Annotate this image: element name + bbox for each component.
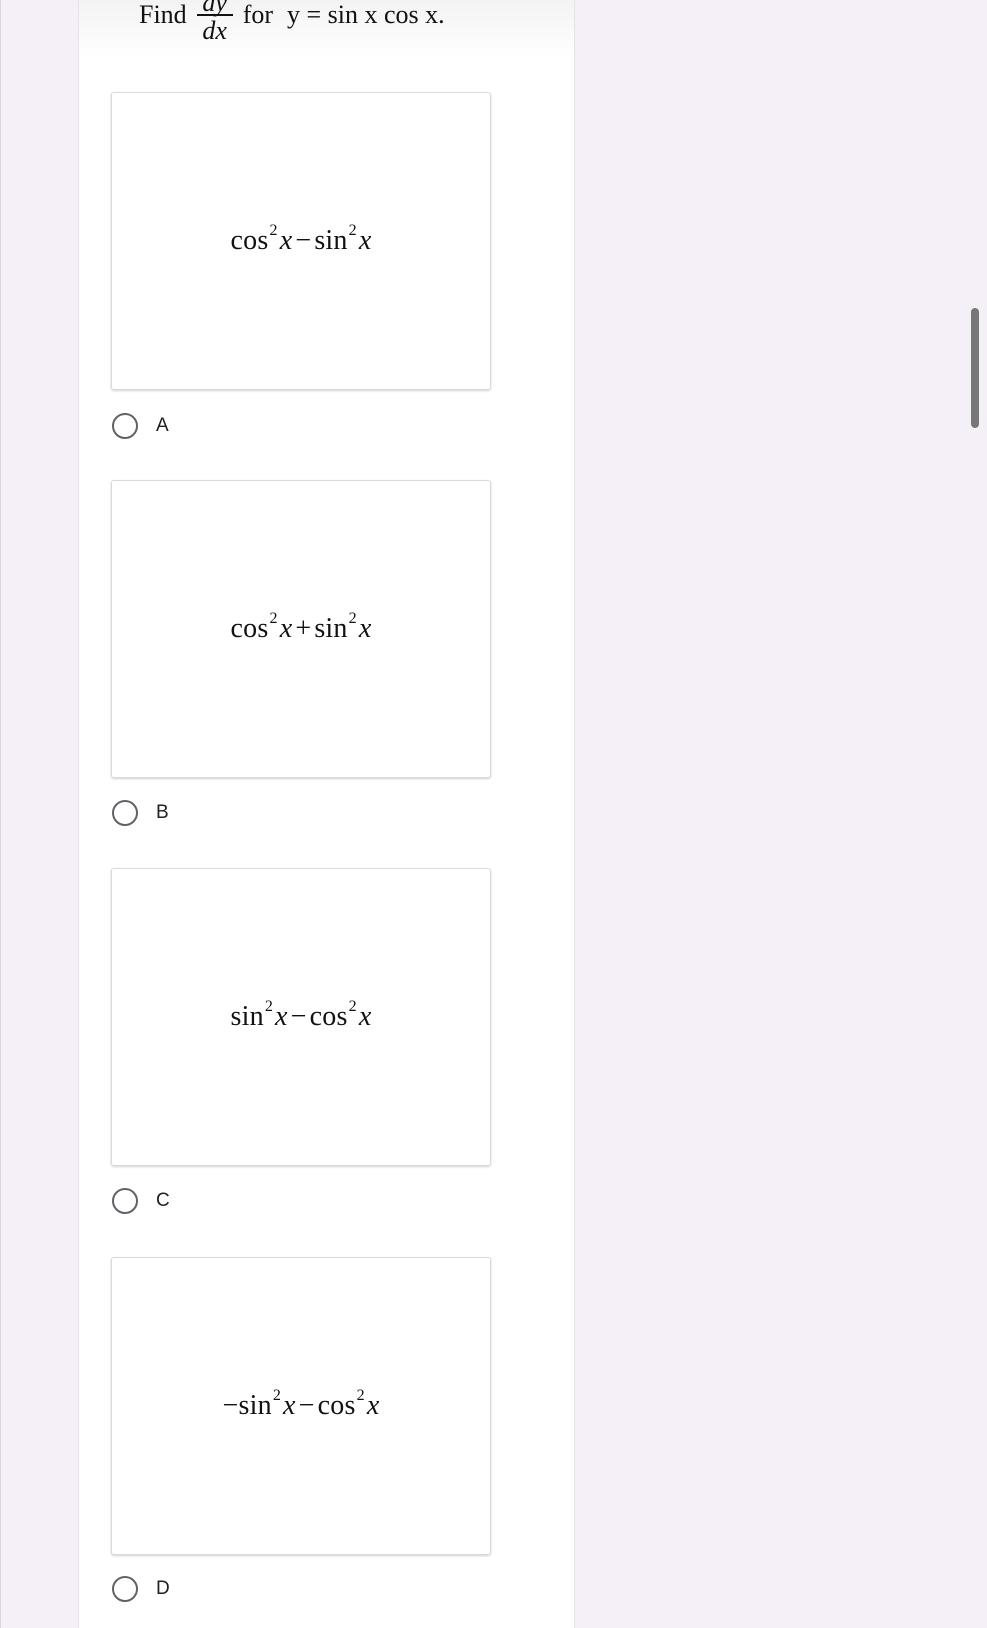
formula-func-2: cos: [317, 1390, 356, 1421]
formula-operator: +: [295, 613, 312, 644]
question-text: Find dy dx for y = sin x cos x.: [139, 0, 445, 46]
formula-exp-1: 2: [272, 1386, 282, 1404]
option-a-label[interactable]: A: [156, 415, 169, 437]
option-d-choice[interactable]: D: [112, 1574, 170, 1604]
formula-var-2: x: [358, 613, 372, 644]
option-b-image: cos2x + sin2x: [111, 480, 491, 778]
formula-func-2: cos: [309, 1001, 348, 1032]
formula-var-2: x: [366, 1390, 380, 1421]
formula-lead: −: [222, 1390, 239, 1421]
form-card: Find dy dx for y = sin x cos x. cos2x − si…: [78, 0, 575, 1628]
option-c-formula: sin2x − cos2x: [230, 997, 372, 1033]
option-a-choice[interactable]: A: [112, 411, 169, 441]
option-d-image: −sin2x − cos2x: [111, 1257, 491, 1555]
formula-exp-1: 2: [264, 997, 274, 1015]
option-b-label[interactable]: B: [156, 802, 169, 824]
formula-operator: −: [290, 1001, 307, 1032]
formula-var-1: x: [279, 613, 293, 644]
option-d-label[interactable]: D: [156, 1578, 170, 1600]
formula-func-1: sin: [230, 1001, 264, 1032]
formula-exp-1: 2: [269, 609, 278, 627]
option-c-choice[interactable]: C: [112, 1186, 170, 1216]
formula-func-1: cos: [230, 613, 269, 644]
option-c-image: sin2x − cos2x: [111, 868, 491, 1166]
formula-exp-1: 2: [269, 221, 278, 239]
question-header: Find dy dx for y = sin x cos x.: [79, 0, 574, 58]
formula-func-2: sin: [314, 225, 348, 256]
option-b-choice[interactable]: B: [112, 798, 169, 828]
scrollbar-thumb[interactable]: [971, 308, 979, 428]
question-expression: y = sin x cos x.: [287, 0, 445, 29]
option-c-label[interactable]: C: [156, 1190, 170, 1212]
formula-exp-2: 2: [348, 221, 357, 239]
radio-button-d[interactable]: [112, 1576, 138, 1602]
formula-var-2: x: [358, 1001, 372, 1032]
radio-button-a[interactable]: [112, 413, 138, 439]
radio-button-b[interactable]: [112, 800, 138, 826]
page-edge: [0, 0, 1, 1628]
option-a-formula: cos2x − sin2x: [230, 221, 372, 257]
derivative-fraction: dy dx: [196, 0, 233, 46]
option-b-formula: cos2x + sin2x: [230, 609, 372, 645]
formula-exp-2: 2: [356, 1386, 365, 1404]
formula-func-1: cos: [230, 225, 269, 256]
fraction-denominator: dx: [202, 16, 227, 45]
formula-exp-2: 2: [348, 609, 357, 627]
formula-func-1: sin: [238, 1390, 272, 1421]
formula-var-2: x: [358, 225, 372, 256]
formula-var-1: x: [275, 1001, 288, 1032]
formula-var-1: x: [279, 225, 293, 256]
formula-func-2: sin: [314, 613, 348, 644]
option-a-image: cos2x − sin2x: [111, 92, 491, 390]
formula-operator: −: [298, 1390, 315, 1421]
fraction-numerator: dy: [202, 0, 227, 17]
option-d-formula: −sin2x − cos2x: [222, 1386, 380, 1422]
formula-operator: −: [295, 225, 312, 256]
radio-button-c[interactable]: [112, 1188, 138, 1214]
formula-exp-2: 2: [348, 997, 357, 1015]
formula-var-1: x: [283, 1390, 296, 1421]
question-prefix: Find: [139, 0, 187, 29]
question-connector: for: [242, 0, 274, 29]
